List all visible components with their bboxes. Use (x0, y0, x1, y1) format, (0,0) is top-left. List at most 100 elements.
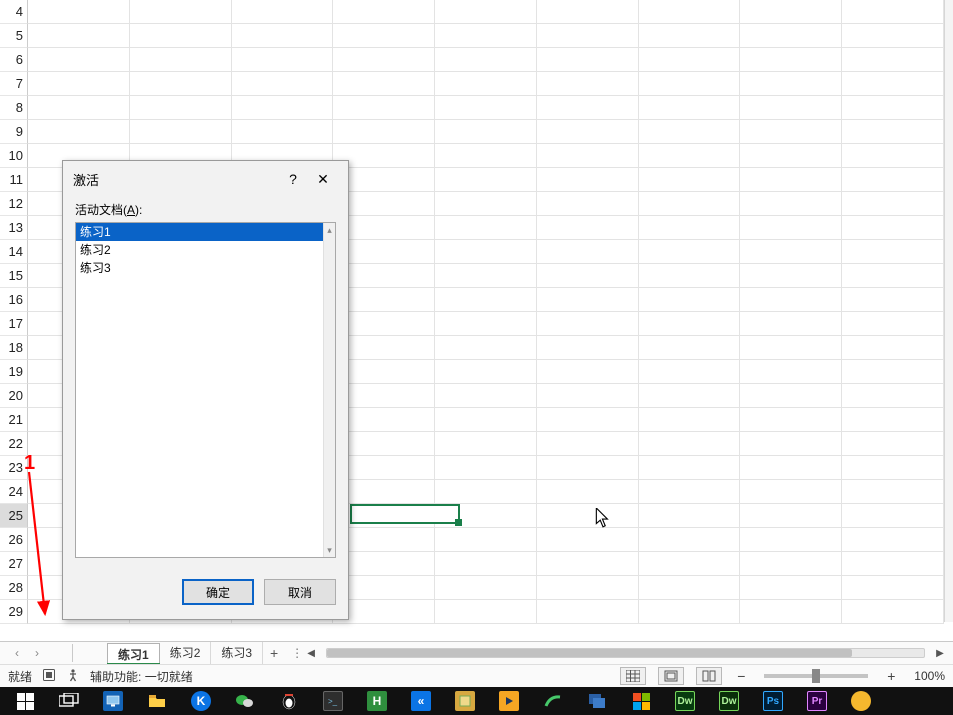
cell[interactable] (537, 24, 639, 48)
cell[interactable] (333, 48, 435, 72)
cell[interactable] (130, 72, 232, 96)
cell[interactable] (842, 0, 944, 24)
row-header[interactable]: 6 (0, 48, 28, 72)
cell[interactable] (537, 456, 639, 480)
horizontal-scrollbar[interactable]: ⋮ ◀ ▶ (285, 646, 953, 660)
taskbar-app-kugou[interactable]: K (182, 689, 220, 713)
cell[interactable] (639, 336, 741, 360)
cell[interactable] (639, 384, 741, 408)
cell[interactable] (333, 72, 435, 96)
cell[interactable] (435, 552, 537, 576)
cell[interactable] (537, 336, 639, 360)
cell[interactable] (639, 192, 741, 216)
cell[interactable] (740, 576, 842, 600)
cell[interactable] (842, 360, 944, 384)
row-header[interactable]: 18 (0, 336, 28, 360)
cell[interactable] (740, 480, 842, 504)
cell[interactable] (639, 600, 741, 624)
cell[interactable] (537, 384, 639, 408)
cell[interactable] (842, 24, 944, 48)
taskbar-app-monitor[interactable] (94, 689, 132, 713)
start-button[interactable] (6, 689, 44, 713)
taskbar-app-premiere[interactable]: Pr (798, 689, 836, 713)
cell[interactable] (842, 576, 944, 600)
cell[interactable] (537, 528, 639, 552)
cell[interactable] (435, 48, 537, 72)
row-header[interactable]: 14 (0, 240, 28, 264)
cell[interactable] (842, 480, 944, 504)
hscroll-track[interactable] (326, 648, 925, 658)
scroll-up-icon[interactable]: ▴ (324, 223, 335, 237)
cell[interactable] (232, 96, 334, 120)
cell[interactable] (435, 432, 537, 456)
cell[interactable] (435, 384, 537, 408)
taskbar-app-last[interactable] (842, 689, 880, 713)
cell[interactable] (28, 96, 130, 120)
row-header[interactable]: 17 (0, 312, 28, 336)
cell[interactable] (537, 432, 639, 456)
cell[interactable] (537, 168, 639, 192)
cell[interactable] (740, 240, 842, 264)
tab-nav-next[interactable]: › (28, 644, 46, 662)
cell[interactable] (639, 312, 741, 336)
list-item[interactable]: 练习3 (76, 259, 335, 277)
cell[interactable] (333, 0, 435, 24)
cell[interactable] (842, 552, 944, 576)
cell[interactable] (740, 360, 842, 384)
cell[interactable] (537, 120, 639, 144)
row-header[interactable]: 29 (0, 600, 28, 624)
documents-listbox[interactable]: 练习1练习2练习3 ▴ ▾ (75, 222, 336, 558)
cell[interactable] (740, 288, 842, 312)
zoom-slider[interactable] (764, 674, 868, 678)
cell[interactable] (842, 192, 944, 216)
cell[interactable] (740, 456, 842, 480)
cell[interactable] (435, 288, 537, 312)
fill-handle[interactable] (455, 519, 462, 526)
cell[interactable] (435, 168, 537, 192)
cell[interactable] (740, 48, 842, 72)
taskbar-app-penguin[interactable] (270, 689, 308, 713)
cell[interactable] (740, 120, 842, 144)
cell[interactable] (130, 96, 232, 120)
row-header[interactable]: 19 (0, 360, 28, 384)
zoom-out-button[interactable]: − (734, 668, 748, 684)
cell[interactable] (28, 120, 130, 144)
cell[interactable] (740, 336, 842, 360)
cell[interactable] (740, 144, 842, 168)
task-view-button[interactable] (50, 689, 88, 713)
row-header[interactable]: 4 (0, 0, 28, 24)
macro-record-icon[interactable] (42, 668, 56, 685)
row-header[interactable]: 8 (0, 96, 28, 120)
row-header[interactable]: 28 (0, 576, 28, 600)
cell[interactable] (28, 24, 130, 48)
cell[interactable] (537, 504, 639, 528)
taskbar-app-kblue[interactable]: « (402, 689, 440, 713)
cell[interactable] (537, 600, 639, 624)
view-page-layout-button[interactable] (658, 667, 684, 685)
cell[interactable] (130, 48, 232, 72)
add-sheet-button[interactable]: + (263, 645, 285, 661)
cell[interactable] (435, 264, 537, 288)
row-header[interactable]: 12 (0, 192, 28, 216)
row-header[interactable]: 5 (0, 24, 28, 48)
row-header[interactable]: 23 (0, 456, 28, 480)
cell[interactable] (639, 96, 741, 120)
cell[interactable] (537, 480, 639, 504)
cell[interactable] (740, 168, 842, 192)
cell[interactable] (842, 96, 944, 120)
cell[interactable] (333, 24, 435, 48)
cell[interactable] (842, 384, 944, 408)
cell[interactable] (740, 600, 842, 624)
cell[interactable] (842, 72, 944, 96)
cell[interactable] (639, 408, 741, 432)
cell[interactable] (842, 240, 944, 264)
cell[interactable] (639, 0, 741, 24)
active-cell[interactable] (350, 504, 460, 524)
cell[interactable] (639, 288, 741, 312)
view-page-break-button[interactable] (696, 667, 722, 685)
cell[interactable] (842, 144, 944, 168)
cell[interactable] (537, 360, 639, 384)
cell[interactable] (639, 552, 741, 576)
cell[interactable] (740, 528, 842, 552)
cell[interactable] (639, 120, 741, 144)
